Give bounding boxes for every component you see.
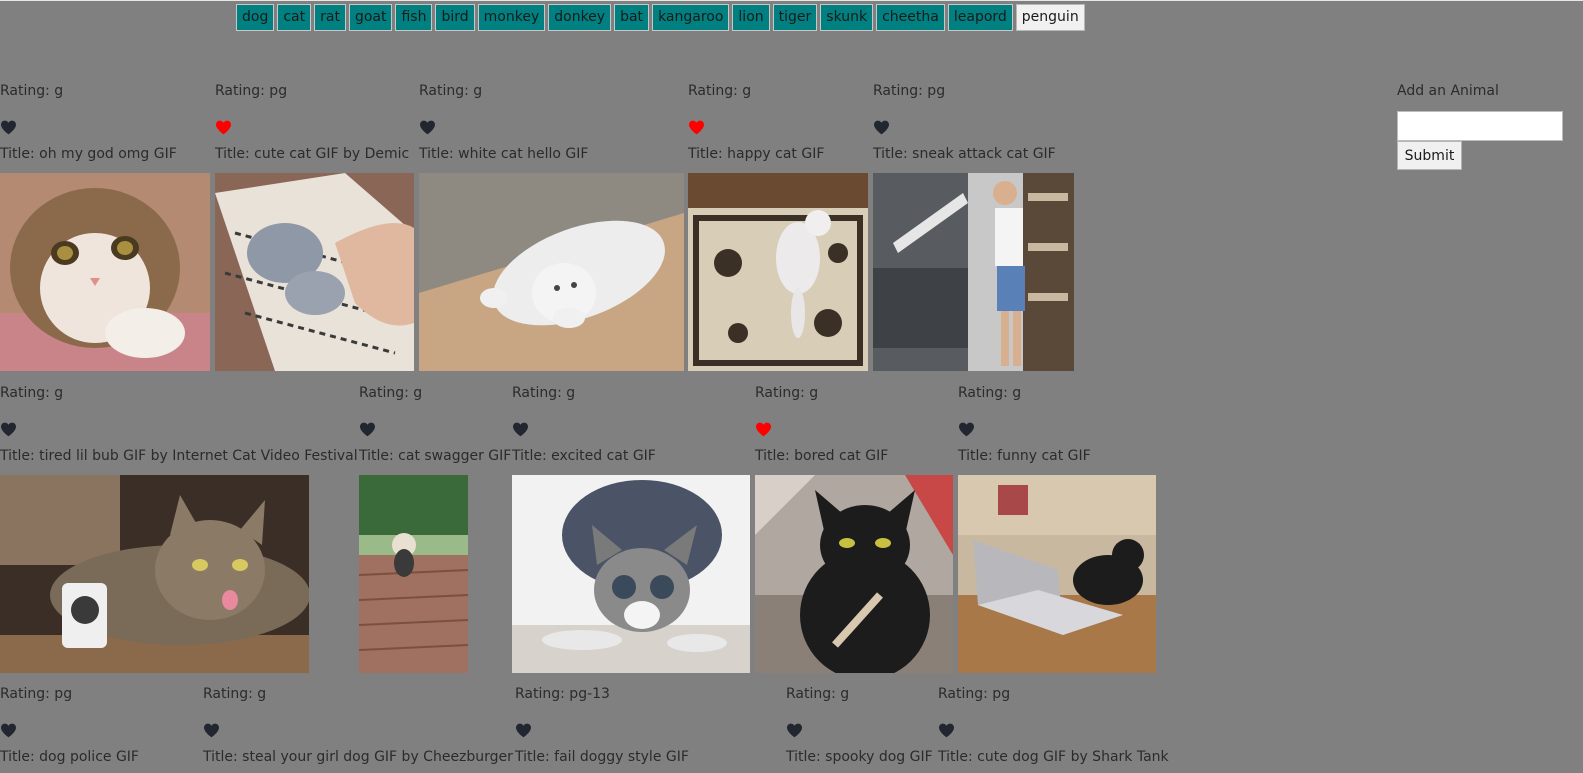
- gif-image-kitten-closeup[interactable]: [0, 173, 210, 371]
- gif-rating: Rating: g: [419, 83, 483, 99]
- animal-button-goat[interactable]: goat: [348, 4, 393, 31]
- gif-image-dancing-cat[interactable]: [688, 173, 868, 371]
- heart-icon[interactable]: [0, 422, 17, 437]
- heart-icon[interactable]: [786, 723, 803, 738]
- heart-icon[interactable]: [958, 422, 975, 437]
- gif-rating: Rating: g: [0, 83, 64, 99]
- gif-image-sneak-attack[interactable]: [873, 173, 1074, 371]
- gif-title: Title: steal your girl dog GIF by Cheezb…: [203, 749, 513, 765]
- heart-icon[interactable]: [512, 422, 529, 437]
- gif-title: Title: happy cat GIF: [688, 146, 825, 162]
- animal-button-bird[interactable]: bird: [435, 4, 475, 31]
- gif-rating: Rating: pg: [0, 686, 73, 702]
- gif-image-excited-cat[interactable]: [512, 475, 750, 673]
- gif-rating: Rating: g: [359, 385, 423, 401]
- gif-image-kitten-hand[interactable]: [215, 173, 414, 371]
- animal-input[interactable]: [1397, 111, 1563, 141]
- gif-title: Title: white cat hello GIF: [419, 146, 589, 162]
- gif-rating: Rating: g: [512, 385, 576, 401]
- gif-rating: Rating: g: [786, 686, 850, 702]
- animal-button-kangaroo[interactable]: kangaroo: [652, 4, 730, 31]
- heart-icon[interactable]: [873, 120, 890, 135]
- animal-button-cat[interactable]: cat: [277, 4, 312, 31]
- heart-icon[interactable]: [755, 422, 772, 437]
- animal-button-skunk[interactable]: skunk: [820, 4, 874, 31]
- gif-image-bored-cat[interactable]: [755, 475, 953, 673]
- gif-image-white-cat[interactable]: [419, 173, 684, 371]
- gif-title: Title: oh my god omg GIF: [0, 146, 177, 162]
- gif-title: Title: tired lil bub GIF by Internet Cat…: [0, 448, 358, 464]
- heart-icon[interactable]: [0, 723, 17, 738]
- heart-icon[interactable]: [419, 120, 436, 135]
- animal-button-cheetha[interactable]: cheetha: [876, 4, 945, 31]
- gif-title: Title: bored cat GIF: [755, 448, 889, 464]
- gif-title: Title: excited cat GIF: [512, 448, 656, 464]
- animal-button-dog[interactable]: dog: [236, 4, 275, 31]
- gif-rating: Rating: pg: [938, 686, 1011, 702]
- animal-button-bat[interactable]: bat: [614, 4, 650, 31]
- heart-icon[interactable]: [515, 723, 532, 738]
- gif-title: Title: fail doggy style GIF: [515, 749, 689, 765]
- gif-rating: Rating: g: [203, 686, 267, 702]
- gif-title: Title: cute dog GIF by Shark Tank: [938, 749, 1169, 765]
- heart-icon[interactable]: [688, 120, 705, 135]
- gif-title: Title: cute cat GIF by Demic: [215, 146, 410, 162]
- animal-button-tiger[interactable]: tiger: [772, 4, 818, 31]
- gif-rating: Rating: g: [958, 385, 1022, 401]
- heart-icon[interactable]: [215, 120, 232, 135]
- gif-rating: Rating: g: [0, 385, 64, 401]
- animal-button-rat[interactable]: rat: [314, 4, 346, 31]
- heart-icon[interactable]: [0, 120, 17, 135]
- submit-button[interactable]: Submit: [1397, 141, 1462, 170]
- heart-icon[interactable]: [359, 422, 376, 437]
- heart-icon[interactable]: [938, 723, 955, 738]
- top-border: [0, 0, 1583, 1]
- animal-button-lion[interactable]: lion: [732, 4, 770, 31]
- add-animal-label: Add an Animal: [1397, 83, 1499, 99]
- animal-button-donkey[interactable]: donkey: [548, 4, 612, 31]
- gif-rating: Rating: pg: [215, 83, 288, 99]
- gif-image-lil-bub[interactable]: [0, 475, 309, 673]
- gif-rating: Rating: pg: [873, 83, 946, 99]
- gif-title: Title: cat swagger GIF: [359, 448, 512, 464]
- gif-rating: Rating: g: [755, 385, 819, 401]
- gif-title: Title: sneak attack cat GIF: [873, 146, 1056, 162]
- gif-image-cat-swagger[interactable]: [359, 475, 468, 673]
- animal-button-bar: dog cat rat goat fish bird monkey donkey…: [236, 4, 1085, 31]
- animal-button-leapord[interactable]: leapord: [947, 4, 1013, 31]
- animal-button-penguin[interactable]: penguin: [1015, 4, 1085, 31]
- gif-title: Title: spooky dog GIF: [786, 749, 933, 765]
- gif-image-funny-cat-laptop[interactable]: [958, 475, 1156, 673]
- gif-title: Title: dog police GIF: [0, 749, 139, 765]
- animal-button-monkey[interactable]: monkey: [477, 4, 546, 31]
- heart-icon[interactable]: [203, 723, 220, 738]
- gif-title: Title: funny cat GIF: [958, 448, 1091, 464]
- gif-rating: Rating: pg-13: [515, 686, 610, 702]
- gif-rating: Rating: g: [688, 83, 752, 99]
- animal-button-fish[interactable]: fish: [395, 4, 433, 31]
